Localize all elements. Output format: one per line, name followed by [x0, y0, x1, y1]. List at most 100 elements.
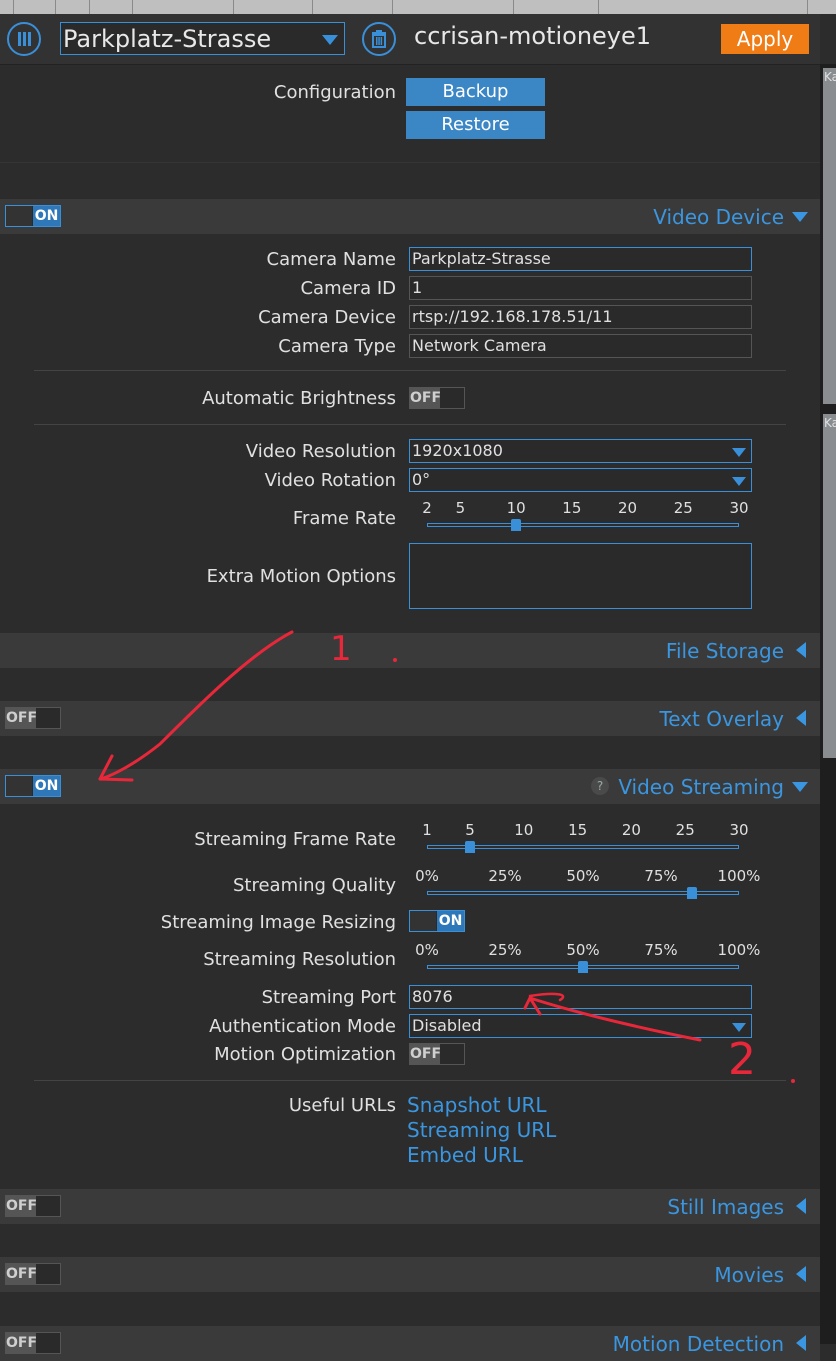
preview-label: Ka — [824, 416, 836, 430]
streaming-frame-rate-label: Streaming Frame Rate — [194, 829, 396, 850]
camera-select[interactable]: Parkplatz-Strasse — [60, 22, 345, 55]
chevron-down-icon — [732, 477, 746, 486]
slider-tick-label: 20 — [618, 499, 638, 517]
toggle-state: OFF — [6, 1264, 38, 1284]
slider-tick-label: 100% — [717, 867, 761, 885]
trash-icon[interactable] — [362, 22, 396, 56]
section-title: Video Streaming — [618, 775, 784, 799]
toggle-state: ON — [33, 206, 60, 226]
slider-tick-label: 0% — [415, 941, 439, 959]
slider-tick-label: 10 — [514, 821, 534, 839]
help-icon[interactable]: ? — [591, 777, 609, 795]
video-resolution-label: Video Resolution — [245, 441, 396, 462]
streaming-port-field[interactable]: 8076 — [409, 985, 752, 1009]
slider-tick-label: 75% — [644, 941, 678, 959]
toggle-state: OFF — [6, 708, 38, 728]
slider-tick-label: 30 — [729, 499, 749, 517]
video-rotation-label: Video Rotation — [264, 470, 396, 491]
video-device-toggle[interactable]: ON — [5, 205, 61, 227]
streaming-port-label: Streaming Port — [261, 987, 396, 1008]
toggle-state: OFF — [410, 388, 442, 408]
extra-motion-options-textarea[interactable] — [409, 543, 752, 609]
chevron-down-icon — [792, 212, 808, 222]
slider-tick-label: 0% — [415, 867, 439, 885]
chevron-left-icon — [796, 710, 806, 726]
chevron-down-icon — [732, 448, 746, 457]
toggle-state: OFF — [6, 1333, 38, 1353]
video-streaming-toggle[interactable]: ON — [5, 775, 61, 797]
camera-type-label: Camera Type — [278, 336, 396, 357]
preview-label: Ka — [824, 70, 836, 84]
settings-menu-icon[interactable] — [7, 22, 41, 56]
section-title: File Storage — [665, 639, 784, 663]
section-still-images[interactable]: OFF Still Images — [0, 1189, 820, 1224]
camera-id-field: 1 — [409, 276, 752, 300]
camera-preview[interactable]: Ka — [823, 68, 836, 404]
section-movies[interactable]: OFF Movies — [0, 1257, 820, 1292]
slider-tick-label: 5 — [455, 499, 466, 517]
motion-optimization-label: Motion Optimization — [214, 1044, 396, 1065]
still-images-toggle[interactable]: OFF — [5, 1195, 61, 1217]
toggle-state: OFF — [410, 1044, 442, 1064]
authentication-mode-select[interactable]: Disabled — [409, 1014, 752, 1038]
camera-id-label: Camera ID — [300, 278, 396, 299]
section-text-overlay[interactable]: OFF Text Overlay — [0, 701, 820, 736]
host-name: ccrisan-motioneye1 — [414, 22, 652, 50]
streaming-resolution-label: Streaming Resolution — [203, 949, 396, 970]
slider-tick-label: 50% — [566, 867, 600, 885]
slider-handle[interactable] — [687, 887, 698, 899]
slider-tick-label: 10 — [506, 499, 526, 517]
slider-handle[interactable] — [465, 841, 476, 853]
motion-optimization-toggle[interactable]: OFF — [409, 1043, 465, 1065]
snapshot-url-link[interactable]: Snapshot URL — [407, 1093, 547, 1117]
toggle-state: ON — [437, 911, 464, 931]
section-title: Still Images — [667, 1195, 784, 1219]
text-overlay-toggle[interactable]: OFF — [5, 707, 61, 729]
streaming-image-resizing-label: Streaming Image Resizing — [160, 912, 396, 933]
restore-button[interactable]: Restore — [406, 111, 545, 139]
section-video-device[interactable]: ON Video Device — [0, 199, 820, 234]
slider-tick-label: 50% — [566, 941, 600, 959]
chevron-down-icon — [732, 1023, 746, 1032]
frame-rate-label: Frame Rate — [292, 508, 396, 529]
video-resolution-select[interactable]: 1920x1080 — [409, 439, 752, 463]
chevron-left-icon — [796, 1198, 806, 1214]
toggle-state: OFF — [6, 1196, 38, 1216]
camera-name-field[interactable]: Parkplatz-Strasse — [409, 247, 752, 271]
movies-toggle[interactable]: OFF — [5, 1263, 61, 1285]
embed-url-link[interactable]: Embed URL — [407, 1143, 523, 1167]
slider-tick-label: 30 — [729, 821, 749, 839]
camera-type-field: Network Camera — [409, 334, 752, 358]
streaming-url-link[interactable]: Streaming URL — [407, 1118, 556, 1142]
section-title: Text Overlay — [659, 707, 784, 731]
motion-detection-toggle[interactable]: OFF — [5, 1332, 61, 1354]
streaming-quality-label: Streaming Quality — [232, 875, 396, 896]
configuration-label: Configuration — [273, 82, 396, 103]
toggle-state: ON — [33, 776, 60, 796]
backup-button[interactable]: Backup — [406, 78, 545, 106]
camera-preview[interactable]: Ka — [823, 414, 836, 758]
slider-tick-label: 100% — [717, 941, 761, 959]
settings-panel: Configuration Backup Restore ON Video De… — [0, 64, 820, 1361]
section-title: Motion Detection — [612, 1332, 784, 1356]
camera-select-value: Parkplatz-Strasse — [63, 25, 272, 53]
slider-tick-label: 20 — [621, 821, 641, 839]
camera-previews: Ka Ka — [820, 64, 836, 1344]
apply-button[interactable]: Apply — [721, 24, 809, 54]
slider-handle[interactable] — [578, 961, 588, 973]
select-value: Disabled — [412, 1016, 482, 1035]
streaming-image-resizing-toggle[interactable]: ON — [409, 910, 465, 932]
section-title: Video Device — [653, 205, 784, 229]
video-rotation-select[interactable]: 0° — [409, 468, 752, 492]
auto-brightness-toggle[interactable]: OFF — [409, 387, 465, 409]
extra-motion-options-label: Extra Motion Options — [206, 566, 396, 587]
chevron-left-icon — [796, 642, 806, 658]
chevron-left-icon — [796, 1266, 806, 1282]
section-file-storage[interactable]: File Storage — [0, 633, 820, 668]
chevron-down-icon — [322, 35, 338, 45]
annotation-mark-2: 2 — [728, 1034, 756, 1085]
section-video-streaming[interactable]: ON ? Video Streaming — [0, 769, 820, 804]
slider-handle[interactable] — [511, 519, 522, 531]
camera-name-label: Camera Name — [266, 249, 396, 270]
slider-tick-label: 2 — [422, 499, 432, 517]
